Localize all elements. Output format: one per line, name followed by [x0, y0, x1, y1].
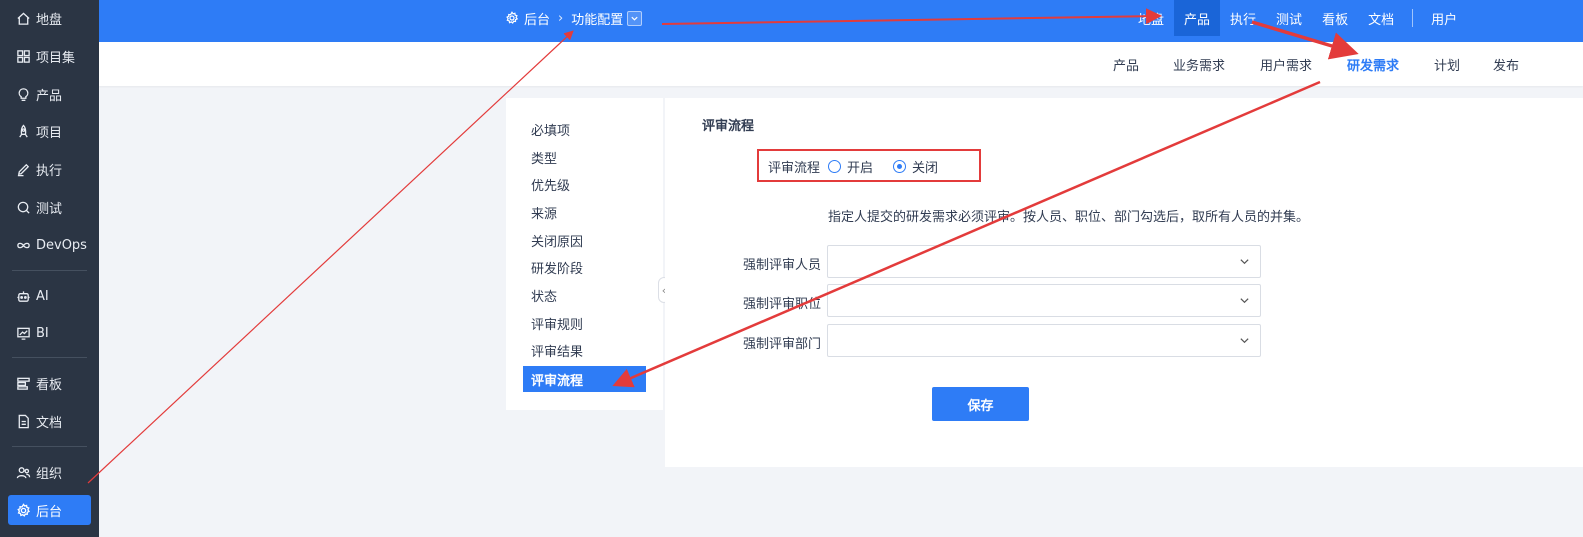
bulb-icon	[15, 86, 31, 102]
grid-icon	[15, 48, 31, 64]
annotation-arrow	[87, 30, 574, 484]
config-menu-item[interactable]: 关闭原因	[523, 227, 646, 253]
chart-icon	[15, 325, 31, 341]
document-icon	[15, 413, 31, 429]
top-nav-user[interactable]: 用户	[1421, 0, 1467, 36]
kanban-icon	[15, 375, 31, 391]
breadcrumb-separator: ›	[558, 10, 564, 26]
sidebar-divider	[12, 357, 87, 358]
force-review-positions-select[interactable]	[827, 284, 1261, 317]
top-nav-execution[interactable]: 执行	[1220, 0, 1266, 36]
sidebar-item-doc[interactable]: 文档	[8, 406, 91, 436]
sub-nav-plan[interactable]: 计划	[1434, 42, 1460, 86]
home-icon	[15, 10, 31, 26]
chevron-down-icon	[1240, 259, 1249, 265]
breadcrumb: 后台 › 功能配置	[505, 0, 643, 36]
sidebar-item-label: 文档	[36, 415, 63, 431]
sub-nav-business-requirement[interactable]: 业务需求	[1173, 42, 1225, 86]
chevron-down-icon	[1240, 298, 1249, 304]
page-title: 评审流程	[702, 119, 755, 134]
field-label: 强制评审职位	[742, 297, 821, 312]
radio-off[interactable]	[893, 159, 907, 173]
sidebar-item-test[interactable]: 测试	[8, 192, 91, 222]
sidebar-item-label: AI	[36, 288, 49, 304]
sidebar-item-execution[interactable]: 执行	[8, 154, 91, 184]
sidebar-item-program[interactable]: 项目集	[8, 41, 91, 71]
sidebar-item-kanban[interactable]: 看板	[8, 368, 91, 398]
radio-off-label[interactable]: 关闭	[912, 157, 938, 176]
sidebar-item-label: 后台	[36, 504, 63, 520]
sidebar-item-product[interactable]: 产品	[8, 79, 91, 109]
sidebar-divider	[12, 270, 87, 271]
force-review-departments-select[interactable]	[827, 324, 1261, 357]
config-menu-item[interactable]: 状态	[523, 282, 646, 308]
config-menu-item[interactable]: 来源	[523, 199, 646, 225]
infinity-icon	[15, 237, 31, 253]
sub-nav-release[interactable]: 发布	[1493, 42, 1519, 86]
sidebar: 地盘 项目集 产品 项目 执行 测试 DevOps AI BI 看板 文档 组织…	[0, 0, 99, 537]
config-menu: 必填项 类型 优先级 来源 关闭原因 研发阶段 状态 评审规则 评审结果 评审流…	[506, 98, 663, 410]
config-menu-item[interactable]: 评审结果	[523, 337, 646, 363]
people-icon	[15, 464, 31, 480]
robot-icon	[15, 288, 31, 304]
top-nav: 地盘 产品 执行 测试 看板 文档 用户	[1128, 0, 1467, 36]
config-menu-item[interactable]: 必填项	[523, 116, 646, 142]
config-menu-item[interactable]: 研发阶段	[523, 254, 646, 280]
sidebar-item-dashboard[interactable]: 地盘	[8, 3, 91, 33]
top-nav-product[interactable]: 产品	[1174, 0, 1221, 36]
sidebar-item-label: 测试	[36, 201, 63, 217]
config-menu-item[interactable]: 评审规则	[523, 310, 646, 336]
top-nav-test[interactable]: 测试	[1266, 0, 1312, 36]
pen-icon	[15, 161, 31, 177]
sub-nav-dev-requirement[interactable]: 研发需求	[1347, 42, 1399, 86]
rocket-icon	[15, 123, 31, 139]
config-menu-item[interactable]: 类型	[523, 144, 646, 170]
field-label: 强制评审部门	[742, 337, 821, 352]
sidebar-item-org[interactable]: 组织	[8, 457, 91, 487]
gear-icon	[506, 11, 519, 24]
nav-divider	[1412, 9, 1414, 27]
sidebar-item-label: 项目集	[36, 50, 76, 66]
gear-icon	[15, 502, 31, 518]
sidebar-item-label: 项目	[36, 125, 63, 141]
breadcrumb-root[interactable]: 后台	[524, 9, 550, 28]
hint-text: 指定人提交的研发需求必须评审。按人员、职位、部门勾选后，取所有人员的并集。	[828, 210, 1310, 225]
breadcrumb-current[interactable]: 功能配置	[571, 9, 623, 28]
chevron-down-icon[interactable]	[627, 10, 643, 26]
config-menu-item-active[interactable]: 评审流程	[523, 366, 646, 392]
sidebar-item-admin[interactable]: 后台	[8, 495, 91, 525]
top-nav-doc[interactable]: 文档	[1358, 0, 1404, 36]
sidebar-item-project[interactable]: 项目	[8, 116, 91, 146]
sidebar-item-bi[interactable]: BI	[8, 318, 91, 348]
sidebar-item-devops[interactable]: DevOps	[8, 230, 91, 260]
radio-on-label[interactable]: 开启	[847, 157, 873, 176]
force-review-users-select[interactable]	[827, 245, 1261, 278]
field-label: 强制评审人员	[742, 258, 821, 273]
sub-nav: 产品 业务需求 用户需求 研发需求 计划 发布	[99, 42, 1583, 86]
top-nav-dashboard[interactable]: 地盘	[1128, 0, 1174, 36]
top-header: 后台 › 功能配置 地盘 产品 执行 测试 看板 文档 用户	[99, 0, 1583, 42]
sidebar-item-label: BI	[36, 325, 49, 341]
sub-nav-user-requirement[interactable]: 用户需求	[1260, 42, 1312, 86]
main-content: 评审流程 评审流程 开启 关闭 指定人提交的研发需求必须评审。按人员、职位、部门…	[665, 98, 1583, 467]
sidebar-item-label: 组织	[36, 466, 63, 482]
sidebar-item-label: 产品	[36, 88, 63, 104]
sidebar-item-ai[interactable]: AI	[8, 281, 91, 311]
review-flow-label: 评审流程	[768, 160, 821, 176]
review-flow-toggle: 评审流程 开启 关闭	[768, 156, 938, 176]
sub-nav-product[interactable]: 产品	[1113, 42, 1139, 86]
magnifier-icon	[15, 199, 31, 215]
sidebar-divider	[12, 446, 87, 447]
top-nav-kanban[interactable]: 看板	[1312, 0, 1358, 36]
sidebar-item-label: 执行	[36, 163, 63, 179]
config-menu-item[interactable]: 优先级	[523, 171, 646, 197]
sidebar-item-label: DevOps	[36, 237, 87, 253]
sidebar-item-label: 看板	[36, 377, 63, 393]
sidebar-item-label: 地盘	[36, 12, 63, 28]
save-button[interactable]: 保存	[932, 387, 1029, 421]
chevron-down-icon	[1240, 338, 1249, 344]
radio-on[interactable]	[828, 159, 842, 173]
